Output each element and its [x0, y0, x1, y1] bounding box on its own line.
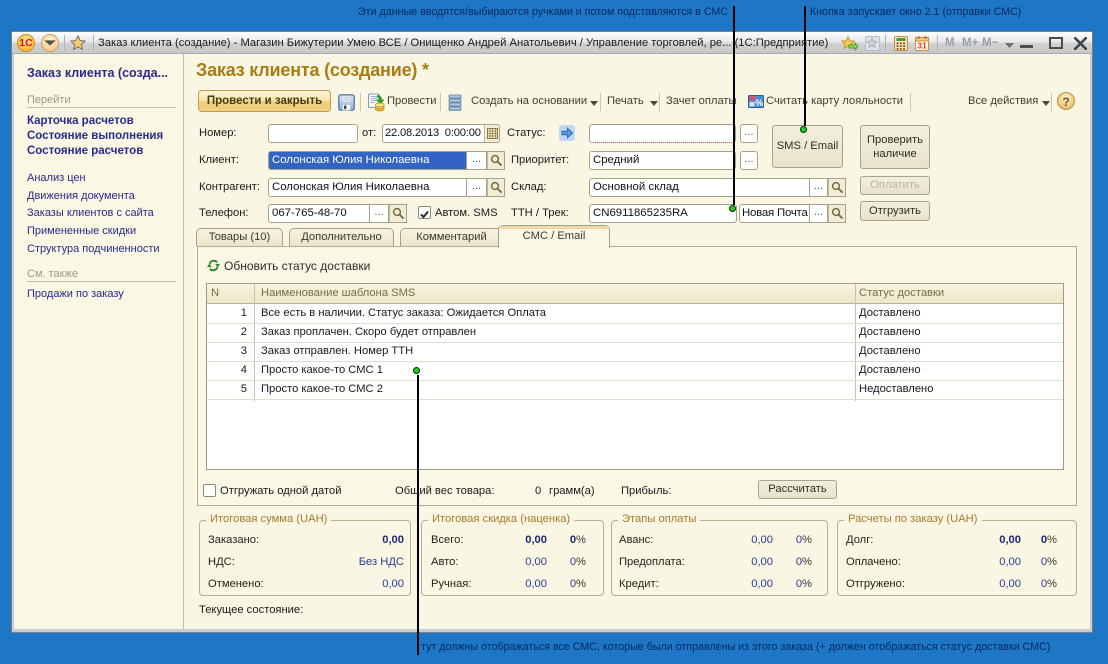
- svg-text:%: %: [755, 98, 763, 108]
- svg-text:31: 31: [917, 41, 927, 51]
